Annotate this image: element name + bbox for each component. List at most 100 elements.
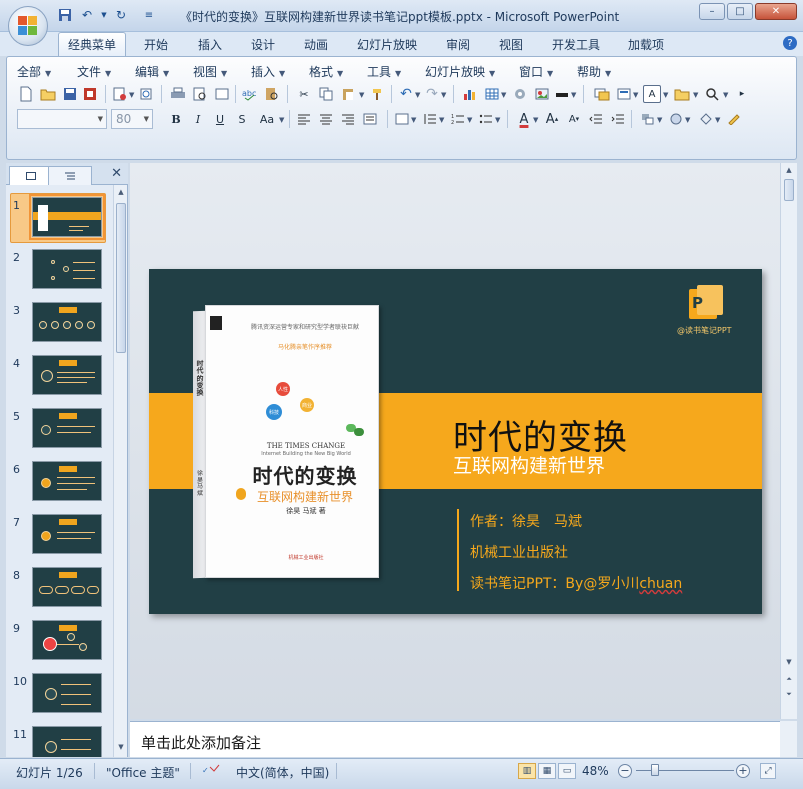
minimize-button[interactable]: –	[699, 3, 725, 20]
underline-button[interactable]: U	[211, 110, 229, 128]
office-button[interactable]	[8, 6, 48, 46]
menu-edit[interactable]: 编辑 ▼	[135, 63, 169, 80]
menu-format[interactable]: 格式 ▼	[309, 63, 343, 80]
tab-developer[interactable]: 开发工具	[552, 36, 600, 53]
slide-thumb-8[interactable]	[32, 567, 102, 607]
tab-review[interactable]: 审阅	[446, 36, 470, 53]
open-folder-icon[interactable]	[39, 85, 57, 103]
insert-clipart-icon[interactable]	[511, 85, 529, 103]
print-preview-icon[interactable]	[191, 85, 209, 103]
justify-icon[interactable]	[361, 110, 379, 128]
layout-icon[interactable]	[615, 85, 633, 103]
menu-all[interactable]: 全部 ▼	[17, 63, 51, 80]
copy-icon[interactable]	[317, 85, 335, 103]
slideshow-view-button[interactable]: ▭	[558, 763, 576, 779]
paste-icon[interactable]	[339, 85, 357, 103]
font-size-combo[interactable]: 80 ▼	[111, 109, 153, 129]
zoom-out-button[interactable]: −	[618, 764, 632, 778]
scroll-down-icon[interactable]: ▼	[116, 743, 126, 751]
line-style-icon[interactable]	[553, 85, 571, 103]
slide-credit[interactable]: 读书笔记PPT：By@罗小川chuan	[470, 573, 682, 593]
menu-file[interactable]: 文件 ▼	[77, 63, 111, 80]
menu-slideshow[interactable]: 幻灯片放映 ▼	[425, 63, 495, 80]
outline-tab[interactable]	[48, 166, 92, 185]
slide-thumb-6[interactable]	[32, 461, 102, 501]
spelling-icon[interactable]: abc	[241, 85, 259, 103]
menu-tools[interactable]: 工具 ▼	[367, 63, 401, 80]
menu-view[interactable]: 视图 ▼	[193, 63, 227, 80]
design-folder-icon[interactable]	[673, 85, 691, 103]
slides-tab[interactable]	[9, 166, 53, 185]
scroll-up-icon[interactable]: ▲	[116, 188, 126, 196]
align-center-icon[interactable]	[317, 110, 335, 128]
slide-thumb-2[interactable]	[32, 249, 102, 289]
thumbnail-scrollbar[interactable]: ▲ ▼	[113, 185, 127, 757]
tab-classic-menu[interactable]: 经典菜单	[58, 32, 127, 57]
change-case-button[interactable]: Aa	[255, 110, 279, 128]
zoom-in-button[interactable]: +	[736, 764, 750, 778]
numbering-icon[interactable]: 12	[449, 110, 467, 128]
research-icon[interactable]	[263, 85, 281, 103]
undo-icon[interactable]: ↶	[397, 85, 415, 103]
slide-author[interactable]: 作者：徐昊 马斌	[470, 511, 582, 531]
scroll-down-icon[interactable]: ▼	[784, 658, 794, 666]
shrink-font-button[interactable]: A ▾	[565, 110, 583, 128]
text-direction-icon[interactable]	[393, 110, 411, 128]
new-slide-icon[interactable]	[593, 85, 611, 103]
redo-icon[interactable]: ↷	[423, 85, 441, 103]
arrange-icon[interactable]	[639, 110, 657, 128]
menu-help[interactable]: 帮助 ▼	[577, 63, 611, 80]
slide-sorter-view-button[interactable]: ▦	[538, 763, 556, 779]
tab-home[interactable]: 开始	[144, 36, 168, 53]
shape-outline-icon[interactable]	[725, 110, 743, 128]
notes-pane[interactable]: 单击此处添加备注	[130, 721, 780, 757]
grow-font-button[interactable]: A ▴	[543, 110, 561, 128]
slide-thumb-4[interactable]	[32, 355, 102, 395]
undo-icon[interactable]: ↶	[78, 7, 96, 23]
customize-qat-icon[interactable]: ≡	[140, 7, 158, 23]
permission-icon[interactable]	[81, 85, 99, 103]
scroll-thumb[interactable]	[116, 203, 126, 353]
insert-picture-icon[interactable]	[533, 85, 551, 103]
line-spacing-icon[interactable]	[421, 110, 439, 128]
new-document-icon[interactable]	[17, 85, 35, 103]
tab-view[interactable]: 视图	[499, 36, 523, 53]
notes-placeholder[interactable]: 单击此处添加备注	[141, 732, 261, 753]
slide-thumb-5[interactable]	[32, 408, 102, 448]
notes-scrollbar[interactable]	[780, 721, 797, 757]
slide-thumb-1[interactable]	[29, 194, 105, 240]
zoom-level[interactable]: 48%	[582, 764, 609, 778]
zoom-slider-knob[interactable]	[651, 764, 659, 776]
spell-check-icon[interactable]: ✓	[202, 764, 220, 781]
insert-chart-icon[interactable]	[461, 85, 479, 103]
slide-canvas[interactable]: 时代的变换 徐昊 马斌 腾讯资深运营专家和研究型学者联袂巨献 马化腾亲笔作序推荐…	[149, 269, 762, 614]
increase-indent-icon[interactable]	[609, 110, 627, 128]
text-box-icon[interactable]: A	[643, 85, 661, 103]
slide-scrollbar[interactable]: ▲ ▼ ⏶ ⏷	[780, 163, 797, 719]
cut-icon[interactable]: ✂	[295, 85, 313, 103]
insert-table-icon[interactable]	[483, 85, 501, 103]
close-pane-icon[interactable]: ✕	[111, 166, 122, 181]
scroll-up-icon[interactable]: ▲	[784, 166, 794, 174]
menu-window[interactable]: 窗口 ▼	[519, 63, 553, 80]
font-name-combo[interactable]: ▼	[17, 109, 107, 129]
slide-publisher[interactable]: 机械工业出版社	[470, 542, 568, 562]
align-right-icon[interactable]	[339, 110, 357, 128]
shapes-icon[interactable]	[667, 110, 685, 128]
close-button[interactable]: ✕	[755, 3, 797, 20]
find-icon[interactable]	[703, 85, 721, 103]
book-cover-image[interactable]: 时代的变换 徐昊 马斌 腾讯资深运营专家和研究型学者联袂巨献 马化腾亲笔作序推荐…	[193, 305, 379, 579]
save-icon[interactable]	[56, 7, 74, 23]
tab-addins[interactable]: 加载项	[628, 36, 664, 53]
toolbar-overflow-icon[interactable]: ▸	[733, 85, 751, 103]
slide-subtitle[interactable]: 互联网构建新世界	[453, 451, 605, 478]
redo-icon[interactable]: ↻	[112, 7, 130, 23]
export-icon[interactable]	[137, 85, 155, 103]
publish-icon[interactable]	[111, 85, 129, 103]
theme-name[interactable]: "Office 主题"	[106, 764, 180, 781]
undo-dropdown-icon[interactable]: ▼	[100, 7, 108, 23]
tab-design[interactable]: 设计	[251, 36, 275, 53]
fit-to-window-icon[interactable]: ⤢	[760, 763, 776, 779]
decrease-indent-icon[interactable]	[587, 110, 605, 128]
slide-thumb-9[interactable]	[32, 620, 102, 660]
